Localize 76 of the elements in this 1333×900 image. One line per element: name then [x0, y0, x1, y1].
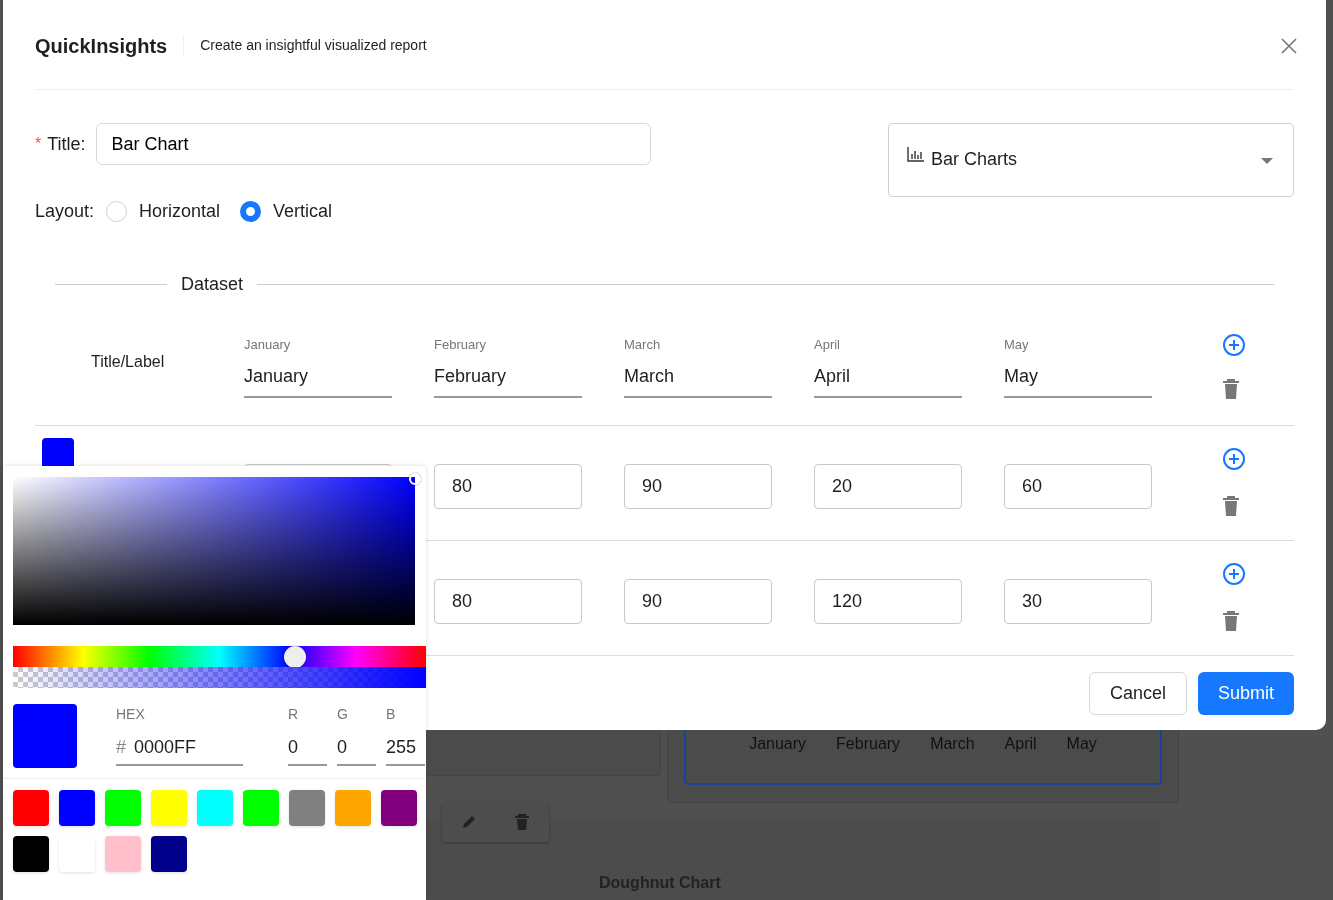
submit-button[interactable]: Submit: [1197, 672, 1294, 715]
field-label: Layout:: [35, 200, 95, 223]
label-input[interactable]: April: [814, 362, 962, 398]
cancel-button[interactable]: Cancel: [1088, 672, 1187, 715]
label-input[interactable]: February: [434, 362, 582, 398]
axis-label: April: [1004, 734, 1037, 754]
close-button[interactable]: [1279, 35, 1299, 56]
axis-label: May: [1066, 734, 1097, 754]
required-mark: *: [35, 134, 42, 154]
select-value: Bar Charts: [931, 148, 1018, 171]
preset-swatch[interactable]: [243, 790, 279, 826]
column-label: Title/Label: [90, 351, 166, 372]
add-button[interactable]: [1222, 447, 1246, 471]
floating-label: March: [624, 336, 662, 355]
value-input[interactable]: 90: [624, 579, 772, 624]
delete-button[interactable]: [1222, 496, 1240, 517]
preset-swatch[interactable]: [335, 790, 371, 826]
value-input[interactable]: 60: [1004, 464, 1152, 509]
modal-title: QuickInsights: [35, 34, 185, 57]
add-button[interactable]: [1222, 333, 1246, 357]
field-label: G: [337, 705, 349, 724]
trash-icon: [1222, 379, 1240, 400]
preset-swatch[interactable]: [151, 836, 187, 872]
delete-button[interactable]: [1222, 379, 1240, 400]
field-label: HEX: [116, 705, 146, 724]
preset-swatch[interactable]: [197, 790, 233, 826]
modal-subtitle: Create an insightful visualized report: [200, 36, 427, 55]
axis-label: February: [836, 734, 901, 754]
channel-input[interactable]: 255: [386, 734, 425, 766]
delete-button[interactable]: [1222, 611, 1240, 632]
preset-swatch[interactable]: [13, 790, 49, 826]
axis-label: March: [930, 734, 975, 754]
trash-icon: [514, 813, 531, 831]
caret-icon: [1261, 158, 1273, 164]
value-input[interactable]: 90: [624, 464, 772, 509]
floating-label: April: [814, 336, 841, 355]
trash-icon: [1222, 496, 1240, 517]
preset-swatch[interactable]: [105, 836, 141, 872]
floating-label: May: [1004, 336, 1030, 355]
field-label: B: [386, 705, 397, 724]
value-input[interactable]: 80: [434, 464, 582, 509]
value-input[interactable]: 80: [434, 579, 582, 624]
preset-swatch[interactable]: [59, 790, 95, 826]
floating-label: February: [434, 336, 488, 355]
preset-swatch[interactable]: [151, 790, 187, 826]
value-input[interactable]: 20: [814, 464, 962, 509]
channel-input[interactable]: 0: [337, 734, 376, 766]
bar-chart-icon: [907, 146, 925, 162]
value-input[interactable]: 120: [814, 579, 962, 624]
plus-circle-icon: [1222, 562, 1246, 586]
label-input[interactable]: May: [1004, 362, 1152, 398]
plus-circle-icon: [1222, 333, 1246, 357]
plus-circle-icon: [1222, 447, 1246, 471]
close-icon: [1279, 35, 1299, 56]
add-button[interactable]: [1222, 562, 1246, 586]
preset-swatch[interactable]: [381, 790, 417, 826]
axis-label: January: [749, 734, 807, 754]
preset-swatch[interactable]: [289, 790, 325, 826]
hue-slider[interactable]: [13, 646, 426, 667]
preset-swatch[interactable]: [13, 836, 49, 872]
section-heading: Dataset: [181, 273, 244, 296]
trash-icon: [1222, 611, 1240, 632]
floating-label: January: [244, 336, 292, 355]
label-input[interactable]: March: [624, 362, 772, 398]
radio-option[interactable]: Horizontal: [106, 198, 221, 225]
pencil-icon: [460, 814, 477, 830]
hex-input[interactable]: # 0000FF: [116, 734, 243, 766]
chart-type-select[interactable]: Bar Charts: [888, 123, 1294, 197]
value-input[interactable]: 30: [1004, 579, 1152, 624]
field-label: R: [288, 705, 300, 724]
field-label: Title:: [47, 132, 86, 156]
preset-swatch[interactable]: [105, 790, 141, 826]
radio-option[interactable]: Vertical: [240, 198, 333, 225]
label-input[interactable]: January: [244, 362, 392, 398]
title-input[interactable]: Bar Chart: [95, 123, 651, 165]
channel-input[interactable]: 0: [288, 734, 327, 766]
